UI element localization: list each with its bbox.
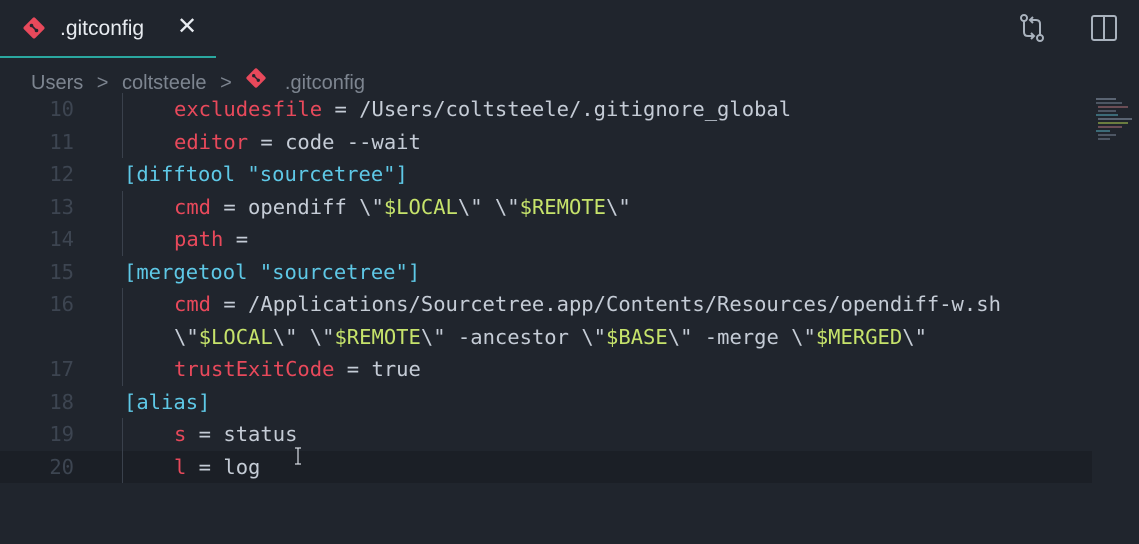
line-number: 10 bbox=[49, 97, 74, 121]
code-line[interactable]: 12 [difftool "sourcetree"] bbox=[0, 158, 1092, 190]
breadcrumb-item-coltsteele[interactable]: coltsteele bbox=[122, 72, 207, 95]
code-token: = code --wait bbox=[248, 129, 421, 154]
code-token: excludesfile bbox=[174, 97, 323, 121]
code-text: [difftool "sourcetree"] bbox=[124, 158, 408, 190]
line-number: 15 bbox=[49, 259, 74, 284]
tab-gitconfig[interactable]: .gitconfig ✕ bbox=[0, 0, 216, 58]
tab-label: .gitconfig bbox=[60, 17, 145, 40]
code-token: $LOCAL bbox=[383, 194, 458, 219]
code-token: s bbox=[174, 422, 187, 446]
indent-guide bbox=[122, 93, 123, 126]
text-cursor-icon bbox=[295, 447, 301, 465]
code-token: editor bbox=[174, 129, 249, 154]
code-text: s = status bbox=[174, 418, 297, 450]
code-token: = true bbox=[334, 357, 421, 381]
line-number: 16 bbox=[49, 292, 74, 316]
indent-guide bbox=[122, 125, 123, 158]
code-line[interactable]: 20 l = log bbox=[0, 450, 1092, 483]
breadcrumb-separator: > bbox=[220, 72, 232, 95]
line-number: 12 bbox=[49, 162, 74, 186]
line-number: 20 bbox=[49, 454, 74, 479]
code-line[interactable]: 18 [alias] bbox=[0, 386, 1092, 418]
code-token: = /Users/coltsteele/.gitignore_global bbox=[322, 97, 792, 121]
git-compare-icon[interactable] bbox=[1017, 12, 1047, 44]
line-number: 11 bbox=[49, 129, 74, 154]
indent-guide bbox=[122, 353, 123, 386]
code-line[interactable]: 15 [mergetool "sourcetree"] bbox=[0, 256, 1092, 288]
code-token: \" bbox=[902, 324, 927, 349]
code-text: excludesfile = /Users/coltsteele/.gitign… bbox=[174, 93, 791, 125]
line-number: 14 bbox=[49, 227, 74, 251]
code-token: $MERGED bbox=[815, 324, 903, 349]
code-line[interactable]: \"$LOCAL\" \"$REMOTE\" -ancestor \"$BASE… bbox=[0, 320, 1092, 353]
code-token: $REMOTE bbox=[334, 324, 421, 349]
code-text: path = bbox=[174, 223, 248, 255]
code-token: cmd bbox=[174, 292, 212, 316]
indent-guide bbox=[122, 223, 123, 256]
indent-guide bbox=[122, 190, 123, 223]
code-line[interactable]: 14 path = bbox=[0, 223, 1092, 256]
indent-guide bbox=[122, 320, 123, 353]
code-text: \"$LOCAL\" \"$REMOTE\" -ancestor \"$BASE… bbox=[174, 321, 927, 353]
indent-guide bbox=[122, 288, 123, 321]
line-number: 17 bbox=[49, 357, 74, 381]
code-token: = status bbox=[186, 422, 298, 446]
code-token: l bbox=[174, 454, 187, 479]
tab-bar: .gitconfig ✕ bbox=[0, 0, 1139, 58]
code-token: path bbox=[174, 227, 224, 251]
code-token: \" \" bbox=[272, 324, 335, 349]
code-token: [alias] bbox=[124, 389, 211, 414]
breadcrumb-item-users[interactable]: Users bbox=[31, 72, 83, 95]
line-number: 19 bbox=[49, 422, 74, 446]
code-token: [difftool "sourcetree"] bbox=[124, 162, 408, 186]
code-line[interactable]: 17 trustExitCode = true bbox=[0, 353, 1092, 386]
breadcrumb-item-gitconfig[interactable]: .gitconfig bbox=[285, 72, 365, 95]
code-token: $LOCAL bbox=[198, 324, 273, 349]
code-token: cmd bbox=[174, 194, 212, 219]
code-line[interactable]: 13 cmd = opendiff \"$LOCAL\" \"$REMOTE\" bbox=[0, 190, 1092, 223]
line-number: 18 bbox=[49, 389, 74, 414]
code-token: \" -ancestor \" bbox=[420, 324, 607, 349]
code-token: = bbox=[223, 227, 249, 251]
code-token: \" \" bbox=[457, 194, 520, 219]
code-text: l = log bbox=[174, 451, 260, 483]
code-token: \" -merge \" bbox=[667, 324, 816, 349]
code-token: = opendiff \" bbox=[211, 194, 384, 219]
code-token: = log bbox=[186, 454, 261, 479]
minimap[interactable] bbox=[1096, 98, 1132, 142]
code-token: trustExitCode bbox=[174, 357, 335, 381]
code-text: [alias] bbox=[124, 386, 210, 418]
code-line[interactable]: 10 excludesfile = /Users/coltsteele/.giti… bbox=[0, 93, 1092, 126]
code-token: \" bbox=[174, 324, 199, 349]
indent-guide bbox=[122, 450, 123, 483]
code-token: [mergetool "sourcetree"] bbox=[124, 259, 421, 284]
code-text: cmd = opendiff \"$LOCAL\" \"$REMOTE\" bbox=[174, 191, 631, 223]
code-token: \" bbox=[606, 194, 631, 219]
code-token: = /Applications/Sourcetree.app/Contents/… bbox=[211, 292, 1001, 316]
git-file-icon bbox=[246, 68, 266, 88]
code-text: [mergetool "sourcetree"] bbox=[124, 256, 420, 288]
code-line[interactable]: 19 s = status bbox=[0, 418, 1092, 451]
breadcrumb-separator: > bbox=[96, 72, 109, 95]
code-text: editor = code --wait bbox=[174, 126, 421, 158]
split-editor-icon[interactable] bbox=[1089, 12, 1119, 44]
git-file-icon bbox=[23, 17, 45, 39]
code-line[interactable]: 11 editor = code --wait bbox=[0, 125, 1092, 158]
close-icon[interactable]: ✕ bbox=[176, 15, 198, 39]
code-token: $BASE bbox=[606, 324, 668, 349]
code-token: $REMOTE bbox=[519, 194, 607, 219]
indent-guide bbox=[122, 418, 123, 451]
code-text: cmd = /Applications/Sourcetree.app/Conte… bbox=[174, 288, 1001, 320]
line-number: 13 bbox=[49, 194, 74, 219]
code-text: trustExitCode = true bbox=[174, 353, 421, 385]
code-line[interactable]: 16 cmd = /Applications/Sourcetree.app/Con… bbox=[0, 288, 1092, 321]
code-editor[interactable]: 10 excludesfile = /Users/coltsteele/.giti… bbox=[0, 93, 1092, 544]
breadcrumb: Users > coltsteele > .gitconfig bbox=[31, 67, 365, 95]
